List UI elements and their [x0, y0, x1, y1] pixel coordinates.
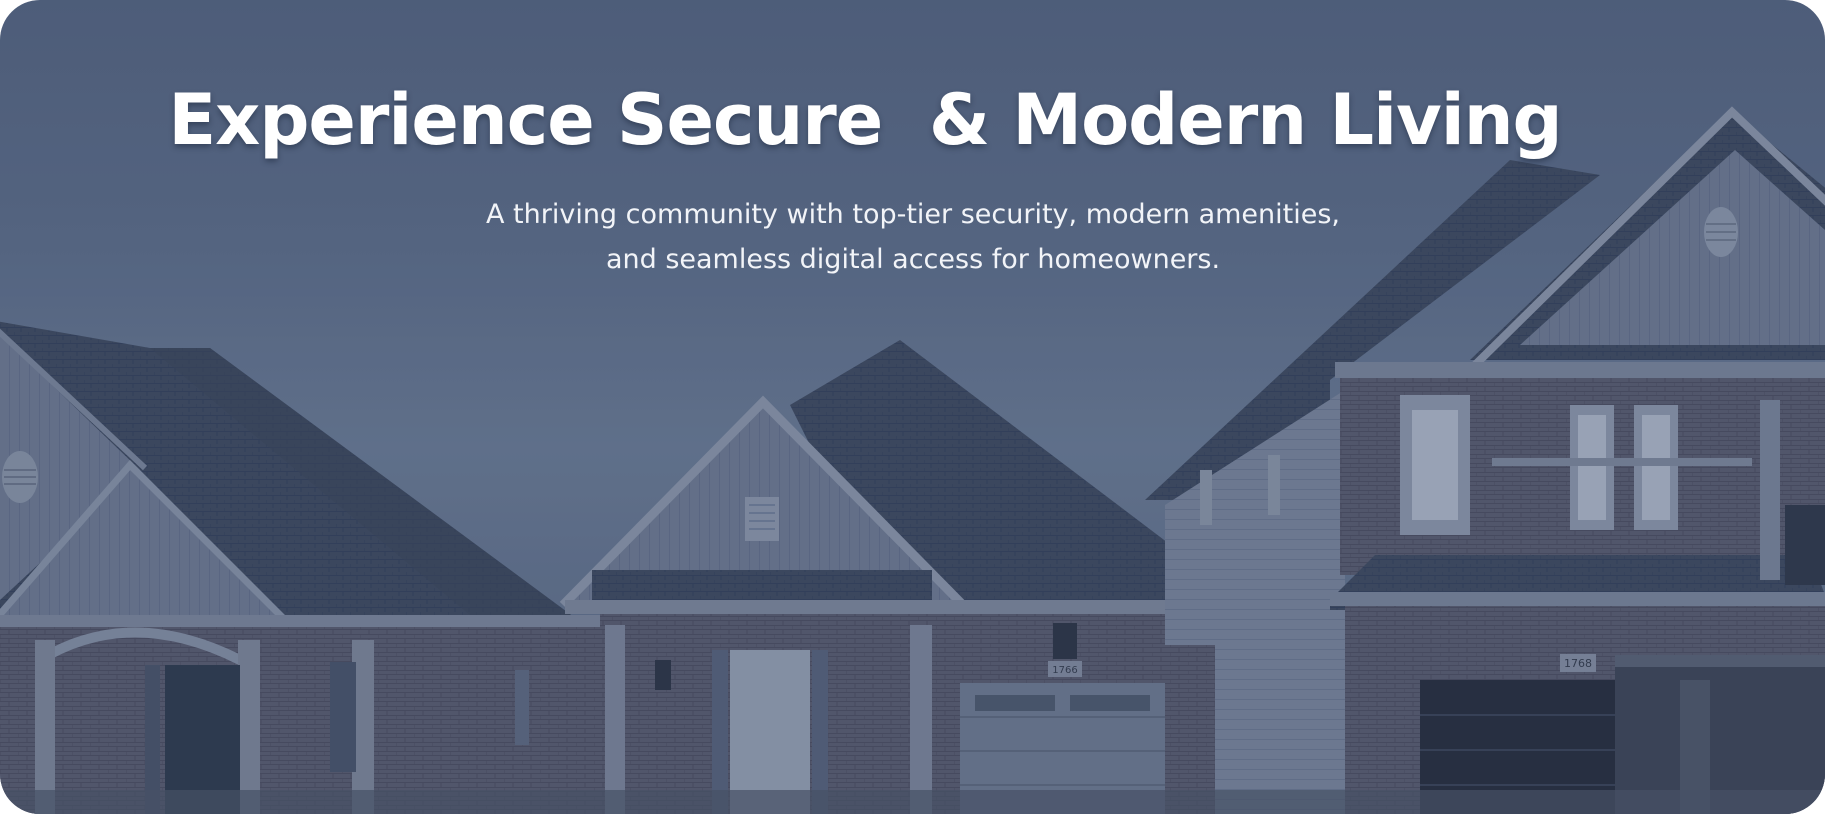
- left-house: [0, 321, 605, 814]
- hero-banner: 1766 1768 Experience Secure & Modern Liv…: [0, 0, 1825, 814]
- center-house: 1766: [559, 340, 1255, 814]
- house-number-right: 1768: [1564, 657, 1592, 670]
- house-number-center: 1766: [1052, 665, 1077, 676]
- hero-title: Experience Secure & Modern Living: [168, 79, 1562, 161]
- hero-subtitle: A thriving community with top-tier secur…: [485, 199, 1341, 275]
